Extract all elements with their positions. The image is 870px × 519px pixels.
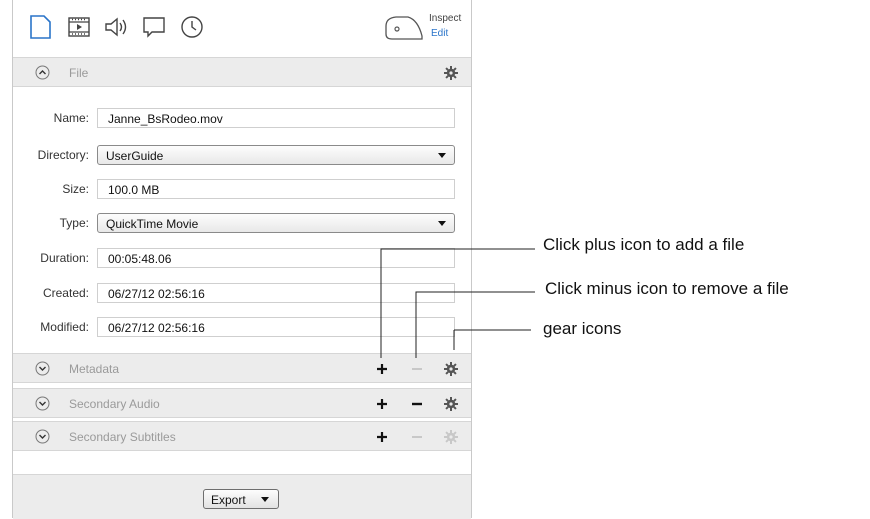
gear-callout: gear icons: [543, 319, 622, 338]
callout-lines: [380, 248, 535, 358]
plus-callout: Click plus icon to add a file: [543, 235, 745, 254]
minus-callout: Click minus icon to remove a file: [545, 279, 789, 298]
